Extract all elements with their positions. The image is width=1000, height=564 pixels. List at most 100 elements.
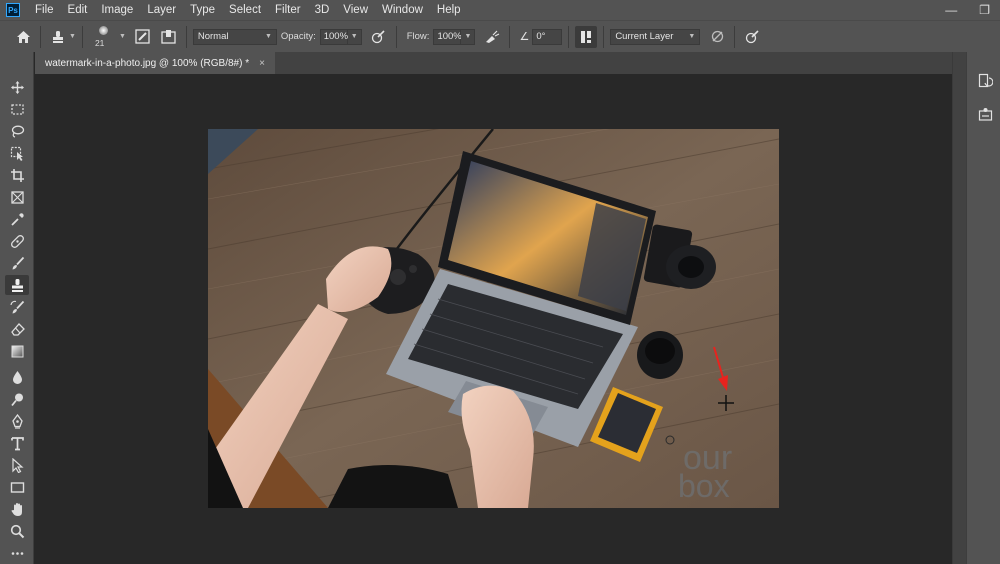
history-brush-tool[interactable] xyxy=(5,297,29,317)
properties-panel-button[interactable] xyxy=(975,104,995,124)
menu-help[interactable]: Help xyxy=(430,0,468,20)
clone-stamp-tool[interactable] xyxy=(5,275,29,295)
menu-type[interactable]: Type xyxy=(183,0,222,20)
history-panel-button[interactable] xyxy=(975,70,995,90)
brush-icon xyxy=(12,256,24,269)
home-button[interactable] xyxy=(12,26,34,48)
crop-icon xyxy=(10,168,24,182)
gradient-icon xyxy=(11,345,23,357)
collapsed-panels xyxy=(966,52,1000,564)
brush-settings-toggle[interactable] xyxy=(132,26,154,48)
eraser-tool[interactable] xyxy=(5,319,29,339)
pressure-opacity-icon xyxy=(372,30,385,44)
flow-input[interactable]: 100% xyxy=(433,28,462,45)
home-icon xyxy=(16,30,30,43)
brush-preset-picker[interactable]: 21 xyxy=(89,23,119,51)
frame-tool[interactable] xyxy=(5,187,29,207)
properties-icon xyxy=(978,107,992,121)
blend-mode-value: Normal xyxy=(197,31,229,42)
hand-tool[interactable] xyxy=(5,499,29,519)
aligned-icon xyxy=(581,30,592,43)
vertical-scrollbar[interactable] xyxy=(952,52,966,564)
document-tab-title: watermark-in-a-photo.jpg @ 100% (RGB/8#)… xyxy=(45,57,250,69)
opacity-input[interactable]: 100% xyxy=(319,28,348,45)
object-select-tool[interactable] xyxy=(5,143,29,163)
blur-tool[interactable] xyxy=(5,367,29,387)
blend-mode-select[interactable]: Normal ▼ xyxy=(192,28,277,45)
tools-panel xyxy=(0,52,34,564)
angle-input[interactable]: 0° xyxy=(532,28,563,45)
menu-edit[interactable]: Edit xyxy=(61,0,95,20)
menu-window[interactable]: Window xyxy=(375,0,430,20)
airbrush-icon xyxy=(486,30,500,43)
healing-brush-icon xyxy=(10,234,24,248)
sample-value: Current Layer xyxy=(615,31,674,42)
chevron-down-icon: ▼ xyxy=(264,33,272,40)
flow-label: Flow: xyxy=(406,31,430,42)
photoshop-logo: Ps xyxy=(6,3,20,17)
pressure-size-toggle[interactable] xyxy=(741,26,763,48)
menu-3d[interactable]: 3D xyxy=(308,0,337,20)
clone-source-toggle[interactable] xyxy=(158,26,180,48)
history-brush-icon xyxy=(9,300,24,313)
dodge-tool[interactable] xyxy=(5,389,29,409)
brush-settings-icon xyxy=(135,29,151,44)
hand-icon xyxy=(11,502,22,516)
crop-tool[interactable] xyxy=(5,165,29,185)
type-tool[interactable] xyxy=(5,433,29,453)
clone-stamp-icon xyxy=(11,278,23,292)
menu-bar: Ps File Edit Image Layer Type Select Fil… xyxy=(0,0,1000,20)
minimize-button[interactable]: — xyxy=(945,3,957,17)
document-tab-bar: watermark-in-a-photo.jpg @ 100% (RGB/8#)… xyxy=(35,52,952,74)
airbrush-toggle[interactable] xyxy=(481,26,503,48)
object-select-icon xyxy=(10,146,23,161)
brush-size-value: 21 xyxy=(94,37,105,48)
brush-tool[interactable] xyxy=(5,253,29,273)
watermark-line-2: box xyxy=(678,468,730,504)
menu-filter[interactable]: Filter xyxy=(268,0,308,20)
path-select-icon xyxy=(11,457,24,473)
zoom-tool[interactable] xyxy=(5,521,29,541)
tool-preset-button[interactable] xyxy=(47,26,69,48)
pen-icon xyxy=(11,413,23,429)
move-icon xyxy=(10,80,24,94)
move-tool[interactable] xyxy=(5,77,29,97)
flow-slider-toggle[interactable]: ▼ xyxy=(461,28,476,45)
menu-file[interactable]: File xyxy=(28,0,61,20)
opacity-slider-toggle[interactable]: ▼ xyxy=(347,28,362,45)
restore-button[interactable]: ❐ xyxy=(979,3,990,17)
menu-select[interactable]: Select xyxy=(222,0,268,20)
chevron-down-icon[interactable]: ▼ xyxy=(119,33,126,40)
ignore-adjustment-toggle[interactable] xyxy=(706,26,728,48)
close-icon[interactable]: × xyxy=(259,58,265,69)
marquee-tool[interactable] xyxy=(5,99,29,119)
options-bar: ▼ 21 ▼ Normal ▼ Opacity: 100% ▼ Flow: 100… xyxy=(0,20,1000,52)
more-tools-icon xyxy=(11,551,23,555)
healing-brush-tool[interactable] xyxy=(5,231,29,251)
eraser-icon xyxy=(10,322,25,336)
brush-tip-icon xyxy=(98,25,108,35)
frame-icon xyxy=(10,190,24,204)
menu-view[interactable]: View xyxy=(336,0,375,20)
document-tab[interactable]: watermark-in-a-photo.jpg @ 100% (RGB/8#)… xyxy=(35,52,275,74)
chevron-down-icon: ▼ xyxy=(688,33,696,40)
lasso-tool[interactable] xyxy=(5,121,29,141)
sample-select[interactable]: Current Layer ▼ xyxy=(610,28,701,45)
opacity-label: Opacity: xyxy=(280,31,316,42)
dodge-icon xyxy=(10,393,23,406)
rectangle-tool[interactable] xyxy=(5,477,29,497)
eyedropper-icon xyxy=(10,212,24,226)
gradient-tool[interactable] xyxy=(5,341,29,361)
path-select-tool[interactable] xyxy=(5,455,29,475)
chevron-down-icon[interactable]: ▼ xyxy=(69,33,76,40)
blur-icon xyxy=(12,370,22,384)
more-tools-button[interactable] xyxy=(5,543,29,563)
pen-tool[interactable] xyxy=(5,411,29,431)
menu-layer[interactable]: Layer xyxy=(140,0,183,20)
menu-image[interactable]: Image xyxy=(94,0,140,20)
aligned-toggle[interactable] xyxy=(575,25,598,48)
type-icon xyxy=(10,436,24,450)
document-canvas-image[interactable]: our box xyxy=(208,129,779,508)
pressure-opacity-toggle[interactable] xyxy=(368,26,390,48)
eyedropper-tool[interactable] xyxy=(5,209,29,229)
